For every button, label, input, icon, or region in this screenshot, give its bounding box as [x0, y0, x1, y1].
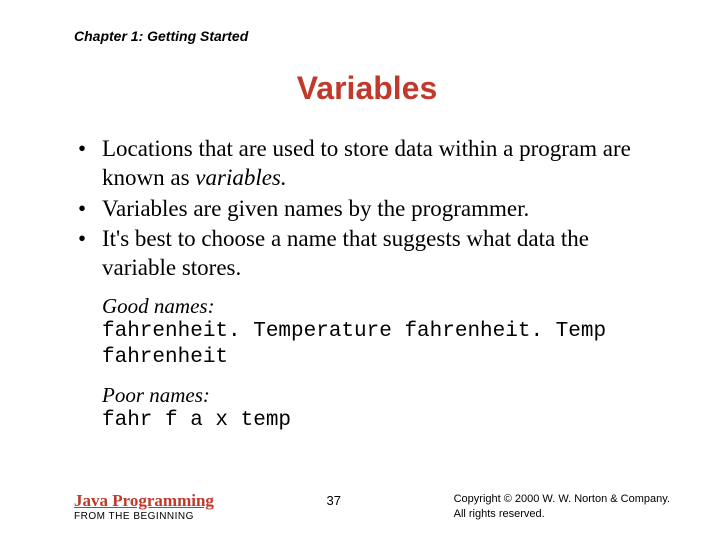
poor-names-line: fahr f a x temp [102, 408, 660, 434]
bullet-text: Locations that are used to store data wi… [102, 136, 631, 190]
book-title-block: Java Programming FROM THE BEGINNING [74, 491, 214, 522]
page-number: 37 [327, 491, 341, 508]
poor-names-block: Poor names: fahr f a x temp [74, 382, 660, 435]
copyright-line: Copyright © 2000 W. W. Norton & Company. [454, 492, 670, 507]
copyright-block: Copyright © 2000 W. W. Norton & Company.… [454, 491, 670, 522]
good-names-line: fahrenheit. Temperature fahrenheit. Temp [102, 319, 660, 345]
good-names-line: fahrenheit [102, 345, 660, 371]
bullet-emphasis: variables. [195, 165, 286, 190]
bullet-item: It's best to choose a name that suggests… [74, 225, 640, 283]
slide-title: Variables [74, 70, 660, 107]
poor-names-heading: Poor names: [102, 382, 660, 408]
book-main-title: Java Programming [74, 491, 214, 511]
bullet-list: Locations that are used to store data wi… [74, 135, 660, 283]
bullet-item: Variables are given names by the program… [74, 195, 640, 224]
good-names-block: Good names: fahrenheit. Temperature fahr… [74, 293, 660, 372]
bullet-item: Locations that are used to store data wi… [74, 135, 640, 193]
copyright-line: All rights reserved. [454, 507, 670, 522]
slide-footer: Java Programming FROM THE BEGINNING 37 C… [74, 491, 670, 522]
book-subtitle: FROM THE BEGINNING [74, 511, 214, 522]
slide-page: Chapter 1: Getting Started Variables Loc… [0, 0, 720, 540]
good-names-heading: Good names: [102, 293, 660, 319]
chapter-header: Chapter 1: Getting Started [74, 28, 660, 44]
